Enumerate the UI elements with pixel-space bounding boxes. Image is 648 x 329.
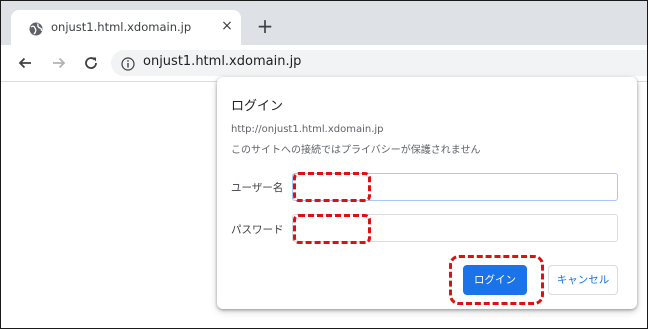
info-icon[interactable] — [121, 56, 135, 71]
cancel-button[interactable]: キャンセル — [548, 265, 618, 295]
close-icon[interactable]: × — [219, 18, 235, 34]
login-button[interactable]: ログイン — [463, 265, 527, 295]
password-input[interactable] — [292, 214, 618, 242]
tab-title: onjust1.html.xdomain.jp — [51, 20, 192, 34]
username-label: ユーザー名 — [231, 182, 284, 194]
dialog-title: ログイン — [231, 99, 284, 114]
reload-icon[interactable] — [81, 53, 101, 73]
privacy-warning: このサイトへの接続ではプライバシーが保護されません — [231, 145, 481, 156]
password-label: パスワード — [231, 224, 284, 236]
forward-arrow-icon[interactable] — [49, 53, 69, 73]
username-input[interactable] — [292, 173, 618, 201]
address-bar[interactable]: onjust1.html.xdomain.jp — [111, 50, 647, 76]
browser-tab[interactable]: onjust1.html.xdomain.jp × — [11, 10, 241, 45]
plus-icon[interactable]: + — [255, 16, 275, 36]
dialog-origin: http://onjust1.html.xdomain.jp — [231, 124, 384, 135]
browser-window: onjust1.html.xdomain.jp × + onjust1.html… — [0, 0, 648, 329]
back-arrow-icon[interactable] — [15, 53, 35, 73]
globe-favicon-icon — [29, 21, 43, 36]
url-text: onjust1.html.xdomain.jp — [143, 54, 302, 69]
login-dialog: ログイン http://onjust1.html.xdomain.jp このサイ… — [217, 77, 637, 309]
tab-strip: onjust1.html.xdomain.jp × + — [1, 1, 647, 45]
